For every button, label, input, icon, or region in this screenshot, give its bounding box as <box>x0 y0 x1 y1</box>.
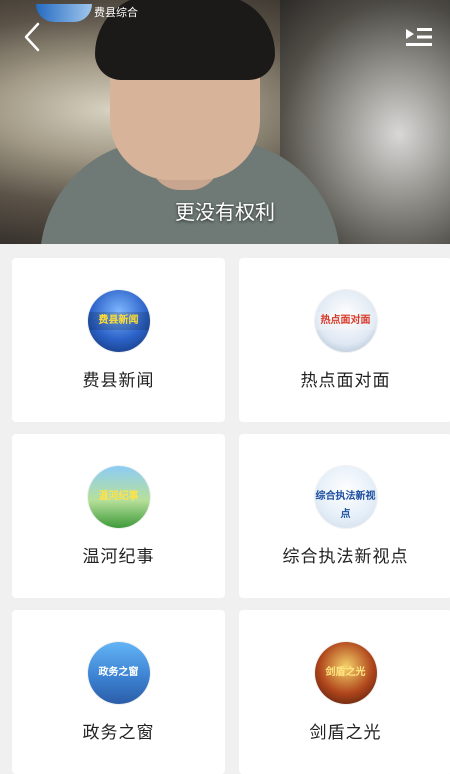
program-thumb-icon: 温河纪事 <box>87 466 150 528</box>
program-card-feixian-news[interactable]: 费县新闻 费县新闻 <box>12 258 225 422</box>
program-grid: 费县新闻 费县新闻 热点面对面 热点面对面 温河纪事 温河纪事 综合执法新视点 … <box>12 258 450 774</box>
channel-logo-text: 费县综合 <box>94 6 138 19</box>
channel-logo: 费县综合 <box>36 0 138 22</box>
program-thumb-icon: 政务之窗 <box>87 642 150 704</box>
playlist-icon <box>406 28 432 46</box>
program-card-hotspot-face-to-face[interactable]: 热点面对面 热点面对面 <box>239 258 450 422</box>
program-thumb-text: 综合执法新视点 <box>315 491 376 520</box>
program-label: 费县新闻 <box>82 371 155 391</box>
program-card-government-window[interactable]: 政务之窗 政务之窗 <box>12 610 225 774</box>
program-card-sword-shield-light[interactable]: 剑盾之光 剑盾之光 <box>239 610 450 774</box>
program-thumb-text: 费县新闻 <box>87 312 150 330</box>
program-thumb-icon: 热点面对面 <box>314 290 377 352</box>
program-card-law-enforcement-viewpoint[interactable]: 综合执法新视点 综合执法新视点 <box>239 434 450 598</box>
program-thumb-text: 热点面对面 <box>314 312 377 330</box>
program-thumb-text: 剑盾之光 <box>325 667 366 678</box>
program-thumb-icon: 剑盾之光 <box>314 642 377 704</box>
program-label: 政务之窗 <box>82 723 155 743</box>
program-thumb-text: 温河纪事 <box>98 491 139 502</box>
program-card-wenhe-chronicle[interactable]: 温河纪事 温河纪事 <box>12 434 225 598</box>
program-thumb-icon: 费县新闻 <box>87 290 150 352</box>
chevron-left-icon <box>24 22 40 52</box>
back-button[interactable] <box>18 20 46 54</box>
program-label: 温河纪事 <box>82 547 155 567</box>
video-player[interactable]: 费县综合 更没有权利 <box>0 0 450 244</box>
playlist-button[interactable] <box>404 24 434 50</box>
video-subtitle: 更没有权利 <box>175 200 275 224</box>
program-thumb-icon: 综合执法新视点 <box>314 466 377 528</box>
program-label: 剑盾之光 <box>309 723 382 743</box>
program-thumb-text: 政务之窗 <box>98 667 139 678</box>
program-label: 综合执法新视点 <box>282 547 409 567</box>
program-label: 热点面对面 <box>300 371 391 391</box>
